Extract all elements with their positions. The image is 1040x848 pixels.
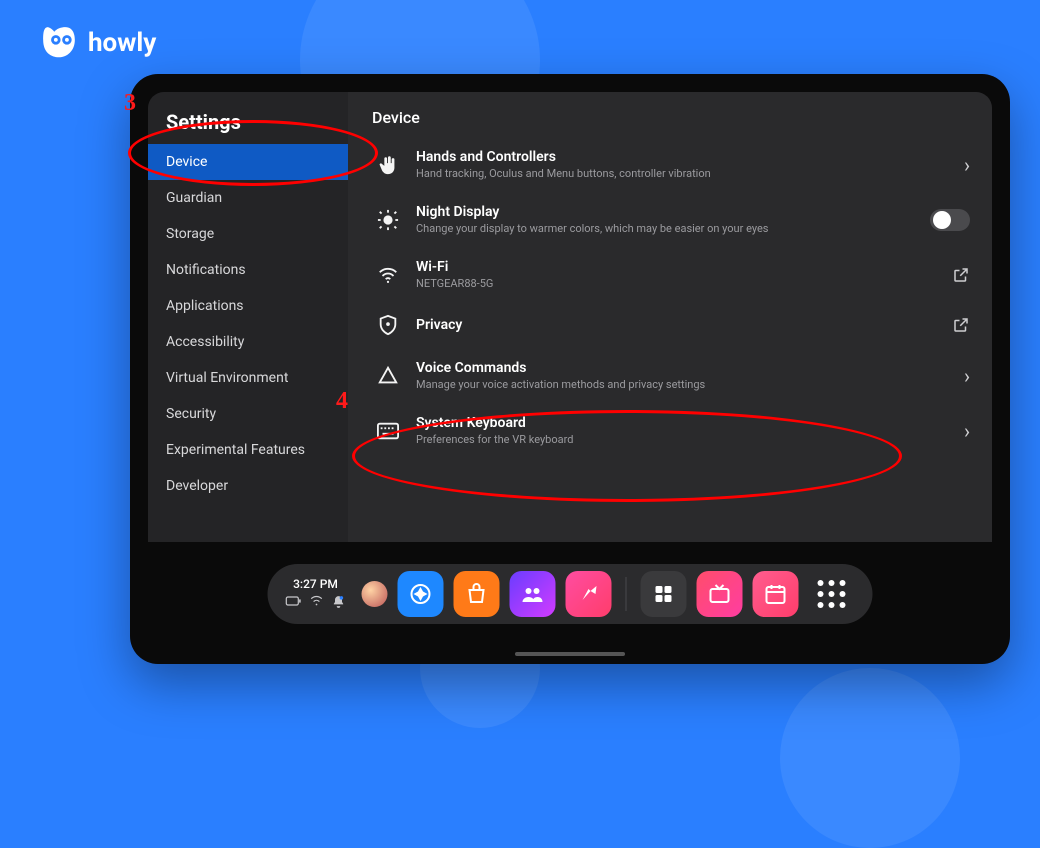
row-title: Hands and Controllers (416, 149, 948, 165)
vr-tablet-frame: Settings Device Guardian Storage Notific… (130, 74, 1010, 664)
sidebar-item-device[interactable]: Device (148, 144, 348, 180)
row-title: System Keyboard (416, 415, 948, 431)
chevron-right-icon: › (964, 364, 970, 388)
dock-separator (626, 577, 627, 611)
user-avatar[interactable] (362, 581, 388, 607)
sidebar-item-guardian[interactable]: Guardian (148, 180, 348, 216)
status-icons (286, 595, 346, 612)
dock-app-share[interactable] (566, 571, 612, 617)
wifi-icon (376, 264, 400, 286)
row-title: Privacy (416, 317, 936, 333)
sidebar-item-accessibility[interactable]: Accessibility (148, 324, 348, 360)
row-title: Wi-Fi (416, 259, 936, 275)
row-subtitle: NETGEAR88-5G (416, 277, 936, 290)
sidebar-item-security[interactable]: Security (148, 396, 348, 432)
settings-sidebar: Settings Device Guardian Storage Notific… (148, 92, 348, 542)
brand-name: howly (88, 28, 156, 58)
row-subtitle: Change your display to warmer colors, wh… (416, 222, 914, 235)
dock-app-explore[interactable] (398, 571, 444, 617)
sidebar-item-developer[interactable]: Developer (148, 468, 348, 504)
brightness-icon (376, 209, 400, 231)
dock-app-all[interactable] (809, 571, 855, 617)
hand-icon (376, 154, 400, 176)
battery-icon (286, 595, 302, 612)
dock-app-people[interactable] (510, 571, 556, 617)
dock-app-store[interactable] (454, 571, 500, 617)
chevron-right-icon: › (964, 153, 970, 177)
sidebar-item-notifications[interactable]: Notifications (148, 252, 348, 288)
voice-icon (376, 365, 400, 387)
home-indicator (515, 652, 625, 656)
dock-app-events[interactable] (753, 571, 799, 617)
settings-panel: Settings Device Guardian Storage Notific… (148, 92, 992, 542)
shield-icon (376, 314, 400, 336)
row-wifi[interactable]: Wi-Fi NETGEAR88-5G (372, 247, 974, 302)
external-link-icon (952, 316, 970, 334)
row-title: Voice Commands (416, 360, 948, 376)
bell-icon[interactable] (332, 595, 346, 612)
night-display-toggle[interactable] (930, 209, 970, 231)
sidebar-item-storage[interactable]: Storage (148, 216, 348, 252)
row-subtitle: Preferences for the VR keyboard (416, 433, 948, 446)
sidebar-item-virtual-env[interactable]: Virtual Environment (148, 360, 348, 396)
chevron-right-icon: › (964, 419, 970, 443)
wifi-status-icon (310, 595, 324, 612)
settings-content: Device Hands and Controllers Hand tracki… (348, 92, 992, 542)
annotation-step-3: 3 (124, 90, 136, 117)
row-hands-controllers[interactable]: Hands and Controllers Hand tracking, Ocu… (372, 137, 974, 192)
keyboard-icon (376, 422, 400, 440)
sidebar-item-applications[interactable]: Applications (148, 288, 348, 324)
dock-clock: 3:27 PM (293, 577, 338, 591)
row-night-display[interactable]: Night Display Change your display to war… (372, 192, 974, 247)
row-voice-commands[interactable]: Voice Commands Manage your voice activat… (372, 348, 974, 403)
brand-logo: howly (40, 24, 156, 62)
content-title: Device (372, 108, 974, 127)
row-system-keyboard[interactable]: System Keyboard Preferences for the VR k… (372, 403, 974, 458)
external-link-icon (952, 266, 970, 284)
row-privacy[interactable]: Privacy (372, 302, 974, 348)
sidebar-item-experimental[interactable]: Experimental Features (148, 432, 348, 468)
row-title: Night Display (416, 204, 914, 220)
dock-app-tv[interactable] (697, 571, 743, 617)
system-dock: 3:27 PM (268, 564, 873, 624)
dock-app-library[interactable] (641, 571, 687, 617)
sidebar-title: Settings (148, 108, 348, 144)
owl-icon (40, 24, 78, 62)
row-subtitle: Hand tracking, Oculus and Menu buttons, … (416, 167, 948, 180)
row-subtitle: Manage your voice activation methods and… (416, 378, 948, 391)
